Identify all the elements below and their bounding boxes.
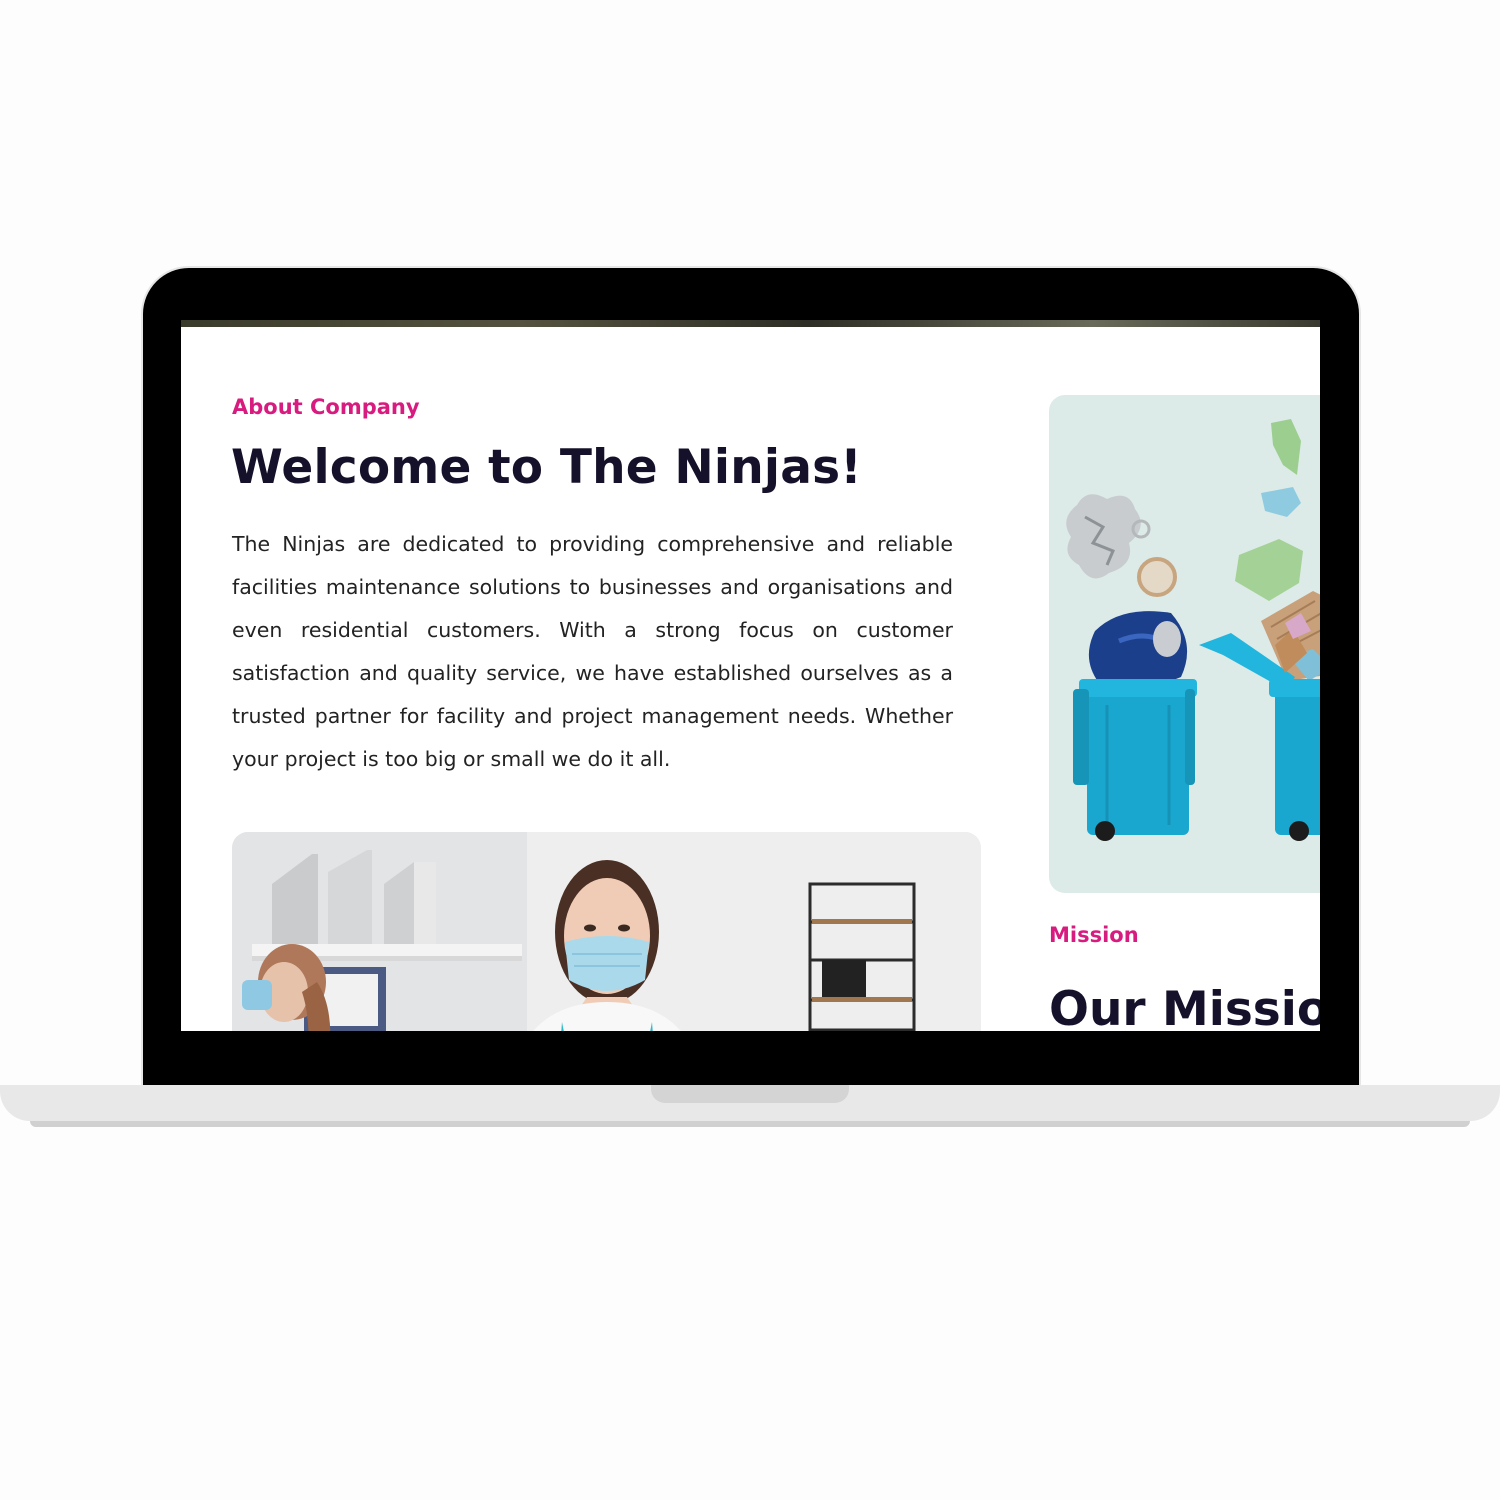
laptop-screen: About Company Welcome to The Ninjas! The… xyxy=(181,320,1320,1031)
about-eyebrow: About Company xyxy=(232,395,420,419)
mission-eyebrow: Mission xyxy=(1049,923,1139,947)
recycle-photo xyxy=(1049,395,1320,893)
mission-title: Our Missio xyxy=(1049,982,1320,1031)
welcome-title: Welcome to The Ninjas! xyxy=(231,440,862,495)
hero-image-strip xyxy=(181,320,1320,327)
laptop-base-shadow xyxy=(30,1121,1470,1127)
cleaner-photo xyxy=(232,832,981,1031)
about-paragraph: The Ninjas are dedicated to providing co… xyxy=(232,532,953,771)
laptop-notch xyxy=(651,1085,849,1103)
recycle-photo-illustration xyxy=(1049,395,1320,893)
cleaner-photo-illustration xyxy=(232,832,981,1031)
